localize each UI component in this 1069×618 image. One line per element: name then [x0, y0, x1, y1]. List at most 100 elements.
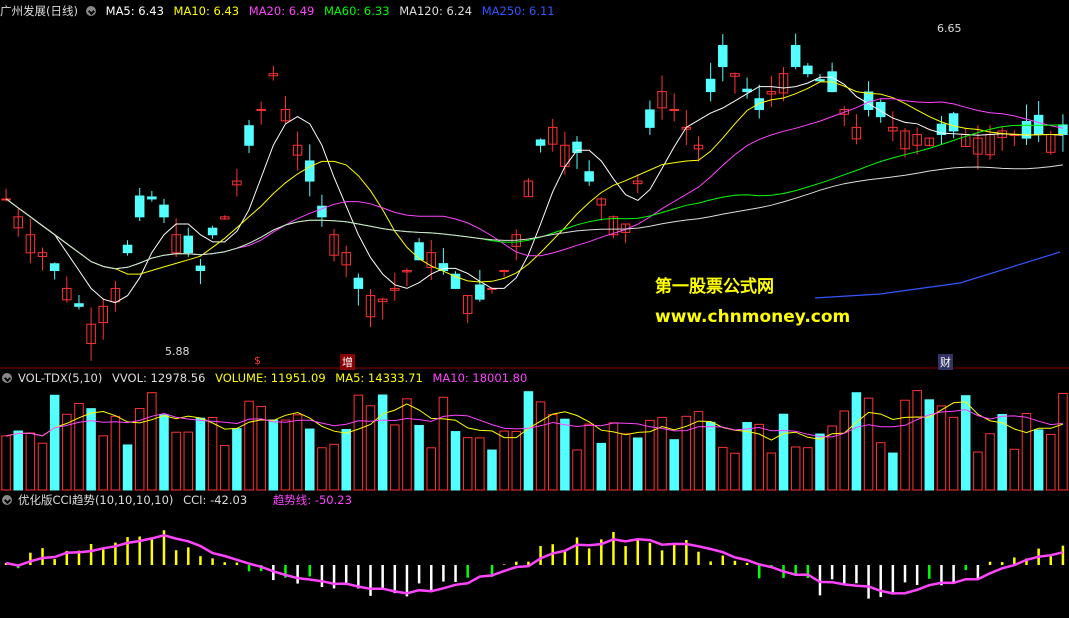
volume-bar	[232, 428, 242, 491]
volume-bar	[584, 423, 594, 491]
candle-body	[1058, 124, 1068, 136]
event-tag-dividend[interactable]: $	[252, 354, 263, 367]
ma10-label: MA10: 6.43	[173, 4, 240, 18]
volume-bar	[1046, 433, 1056, 491]
volume-bar	[329, 443, 339, 491]
candle-body	[147, 196, 157, 200]
volume-bar	[1021, 413, 1032, 491]
volume-bar	[353, 394, 364, 491]
volume-bar	[511, 430, 522, 491]
candle-body	[207, 227, 218, 236]
volume-bar	[523, 391, 534, 491]
volume-bar	[147, 392, 157, 491]
volume-bar	[462, 437, 473, 491]
volume-bar	[948, 416, 959, 491]
kline-chart[interactable]	[0, 0, 1069, 618]
watermark-url: www.chnmoney.com	[655, 307, 851, 327]
volume-bar	[450, 431, 461, 491]
volume-bar	[110, 415, 121, 491]
volume-bar	[475, 437, 485, 491]
ma60-label: MA60: 6.33	[323, 4, 390, 18]
collapse-icon[interactable]	[2, 495, 12, 505]
volume-bar	[305, 428, 315, 491]
volume-bar	[766, 452, 777, 491]
collapse-icon[interactable]	[2, 373, 12, 383]
cci-value-label: CCI: -42.03	[183, 493, 248, 507]
ma-line-40	[5, 124, 1063, 270]
candle-body	[305, 160, 315, 182]
volume-bar	[402, 398, 412, 491]
volume-bar	[414, 424, 424, 491]
volume-label: VOLUME: 11951.09	[215, 371, 326, 385]
candle-body	[705, 78, 716, 93]
volume-bar	[268, 419, 279, 491]
vvol-label: VVOL: 12978.56	[112, 371, 206, 385]
volume-bar	[803, 447, 813, 491]
ma20-label: MA20: 6.49	[248, 4, 315, 18]
candle-body	[256, 108, 266, 111]
vol-ma5-label: MA5: 14333.71	[335, 371, 423, 385]
volume-bar	[487, 449, 497, 491]
candle-body	[244, 125, 254, 146]
candle-body	[49, 263, 60, 272]
ma-line-10	[5, 81, 1063, 283]
volume-bar	[98, 435, 109, 491]
candle-body	[74, 303, 84, 307]
candle-body	[584, 171, 594, 182]
volume-bar	[365, 405, 376, 491]
volume-bar	[341, 428, 351, 491]
volume-bar	[936, 405, 947, 491]
volume-bar	[718, 446, 728, 491]
ma120-label: MA120: 6.24	[399, 4, 473, 18]
volume-bar	[317, 447, 327, 491]
volume-bar	[244, 400, 254, 491]
event-tag-finance[interactable]: 财	[938, 354, 953, 370]
volume-bar	[49, 394, 60, 491]
candle-body	[669, 108, 679, 111]
volume-bar	[924, 399, 935, 491]
candle-body	[475, 284, 485, 300]
volume-bar	[535, 401, 546, 491]
volume-bar	[778, 413, 789, 491]
high-price-label: 6.65	[937, 22, 962, 35]
ma-line-20	[5, 98, 1064, 270]
volume-bar	[693, 411, 704, 491]
volume-bar	[730, 452, 740, 491]
volume-bar	[171, 431, 181, 491]
volume-bar	[742, 422, 752, 491]
candle-body	[803, 65, 813, 75]
candle-body	[134, 195, 145, 218]
candle-body	[159, 204, 169, 218]
candle-body	[195, 265, 206, 272]
candle-body	[535, 139, 546, 146]
main-legend: 广州发展(日线) MA5: 6.43 MA10: 6.43 MA20: 6.49…	[0, 3, 561, 19]
candle-body	[353, 277, 364, 289]
ma250-line	[814, 251, 1061, 299]
volume-bar	[499, 430, 509, 491]
event-tag-increase[interactable]: 增	[340, 354, 355, 370]
candle-body	[183, 235, 194, 254]
candle-body	[499, 270, 509, 273]
main-title: 广州发展(日线)	[0, 4, 78, 18]
volume-bar	[183, 431, 194, 491]
volume-bar	[815, 433, 825, 491]
cci-title: 优化版CCI趋势(10,10,10,10)	[18, 493, 174, 507]
volume-bar	[547, 414, 558, 491]
vol-title: VOL-TDX(5,10)	[18, 371, 103, 385]
ma5-label: MA5: 6.43	[105, 4, 164, 18]
volume-bar	[888, 452, 898, 491]
volume-bar	[851, 392, 862, 491]
volume-bar	[122, 444, 133, 491]
ma-line-5	[5, 76, 1063, 304]
volume-bar	[596, 442, 607, 491]
volume-bar	[620, 433, 631, 491]
candle-body	[645, 109, 655, 128]
ma250-label: MA250: 6.11	[481, 4, 555, 18]
volume-bar	[572, 449, 582, 491]
volume-bar	[912, 390, 922, 491]
volume-bar	[1009, 448, 1020, 491]
candle-body	[414, 242, 424, 261]
collapse-icon[interactable]	[85, 6, 96, 16]
volume-bar	[705, 421, 716, 491]
volume-bar	[25, 432, 36, 491]
